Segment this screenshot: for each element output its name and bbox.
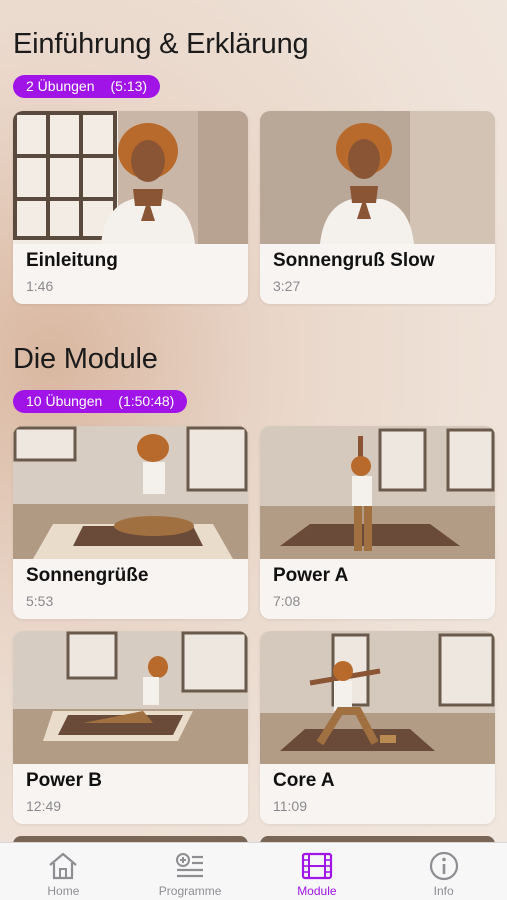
total-duration: (1:50:48) xyxy=(118,393,175,409)
video-duration: 7:08 xyxy=(273,593,301,609)
tab-home[interactable]: Home xyxy=(0,843,127,900)
video-thumbnail xyxy=(260,426,495,559)
video-card-power-a[interactable]: Power A 7:08 xyxy=(260,426,495,619)
video-title: Power A xyxy=(273,565,349,586)
section-title-intro: Einführung & Erklärung xyxy=(13,28,309,60)
video-card-sonnengruss-slow[interactable]: Sonnengruß Slow 3:27 xyxy=(260,111,495,304)
exercise-count: 10 Übungen xyxy=(26,393,103,409)
total-duration: (5:13) xyxy=(110,78,148,94)
video-title: Sonnengruß Slow xyxy=(273,250,435,271)
tab-module[interactable]: Module xyxy=(254,843,381,900)
video-duration: 5:53 xyxy=(26,593,54,609)
tab-programme[interactable]: Programme xyxy=(127,843,254,900)
video-title: Core A xyxy=(273,770,335,791)
video-thumbnail xyxy=(13,426,248,559)
video-card-power-b[interactable]: Power B 12:49 xyxy=(13,631,248,824)
info-icon xyxy=(429,851,458,881)
video-duration: 3:27 xyxy=(273,278,301,294)
video-card-sonnengruesse[interactable]: Sonnengrüße 5:53 xyxy=(13,426,248,619)
tab-info[interactable]: Info xyxy=(380,843,507,900)
video-duration: 1:46 xyxy=(26,278,54,294)
video-title: Einleitung xyxy=(26,250,118,271)
video-thumbnail xyxy=(13,631,248,764)
tab-bar: Home Programme Module Info xyxy=(0,842,507,900)
video-duration: 12:49 xyxy=(26,798,62,814)
exercise-count: 2 Übungen xyxy=(26,78,95,94)
video-duration: 11:09 xyxy=(273,798,307,814)
tab-label: Programme xyxy=(158,884,222,898)
home-icon xyxy=(49,852,78,880)
video-card-einleitung[interactable]: Einleitung 1:46 xyxy=(13,111,248,304)
playlist-add-icon xyxy=(176,853,204,878)
film-icon xyxy=(301,852,332,880)
video-card-core-a[interactable]: Core A 11:09 xyxy=(260,631,495,824)
section-title-modules: Die Module xyxy=(13,343,158,375)
section-badge-modules: 10 Übungen (1:50:48) xyxy=(13,390,188,413)
video-title: Power B xyxy=(26,770,103,791)
tab-label: Module xyxy=(297,884,337,898)
video-thumbnail xyxy=(260,111,495,244)
video-thumbnail xyxy=(13,111,248,244)
video-thumbnail xyxy=(260,631,495,764)
tab-label: Info xyxy=(433,884,454,898)
tab-label: Home xyxy=(47,884,80,898)
section-badge-intro: 2 Übungen (5:13) xyxy=(13,75,161,98)
content-scroll[interactable]: Einführung & Erklärung 2 Übungen (5:13) xyxy=(0,0,507,842)
video-title: Sonnengrüße xyxy=(26,565,149,586)
